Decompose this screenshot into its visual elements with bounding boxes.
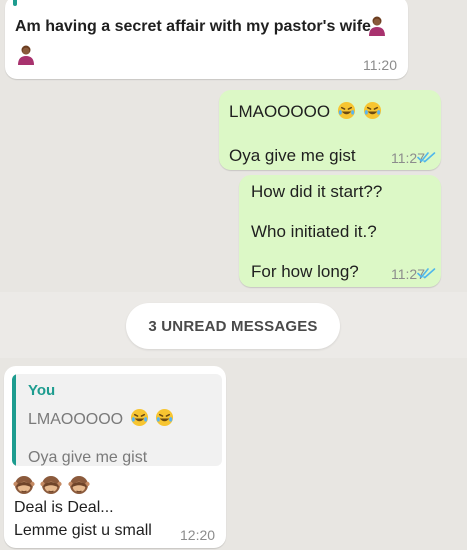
person-shrugging-icon xyxy=(15,44,37,66)
person-shrugging-icon xyxy=(366,15,388,37)
incoming-message-deal[interactable]: You LMAOOOOO Oya give me gist Deal is De… xyxy=(4,366,226,548)
see-no-evil-monkey-icon xyxy=(13,474,35,496)
outgoing-message-lmao[interactable]: LMAOOOOO Oya give me gist 11:27 xyxy=(219,90,441,170)
message-line-text: LMAOOOOO xyxy=(229,102,331,121)
quote-line: Oya give me gist xyxy=(28,449,148,466)
message-line: LMAOOOOO xyxy=(229,101,382,122)
rolling-on-floor-laughing-icon xyxy=(155,408,174,427)
see-no-evil-monkey-icon xyxy=(68,474,90,496)
message-line: Deal is Deal... xyxy=(14,499,114,516)
message-line: Oya give me gist xyxy=(229,146,356,165)
rolling-on-floor-laughing-icon xyxy=(363,101,382,120)
quote-author: You xyxy=(28,382,56,399)
message-line: For how long? xyxy=(251,262,359,281)
outgoing-message-questions[interactable]: How did it start?? Who initiated it.? Fo… xyxy=(239,175,441,287)
double-check-read-icon xyxy=(417,152,436,163)
quote-line-text: LMAOOOOO xyxy=(28,411,124,428)
message-timestamp: 11:20 xyxy=(363,57,397,73)
message-line: How did it start?? xyxy=(251,182,383,201)
double-check-read-icon xyxy=(417,268,436,279)
monkey-emoji-row xyxy=(13,474,91,498)
quote-accent-bar xyxy=(12,374,16,466)
unread-messages-badge: 3 UNREAD MESSAGES xyxy=(126,303,340,349)
rolling-on-floor-laughing-icon xyxy=(337,101,356,120)
rolling-on-floor-laughing-icon xyxy=(130,408,149,427)
quoted-message[interactable]: You LMAOOOOO Oya give me gist xyxy=(12,374,222,466)
quote-line: LMAOOOOO xyxy=(28,408,174,429)
see-no-evil-monkey-icon xyxy=(40,474,63,496)
incoming-message-secret-affair[interactable]: Am having a secret affair with my pastor… xyxy=(5,0,408,79)
message-text: Am having a secret affair with my pastor… xyxy=(15,18,371,35)
quoted-reply-strip xyxy=(13,0,17,6)
message-line: Who initiated it.? xyxy=(251,222,377,241)
chat-thread: Am having a secret affair with my pastor… xyxy=(0,0,467,550)
message-timestamp: 12:20 xyxy=(180,527,216,543)
message-line: Lemme gist u small xyxy=(14,522,152,539)
